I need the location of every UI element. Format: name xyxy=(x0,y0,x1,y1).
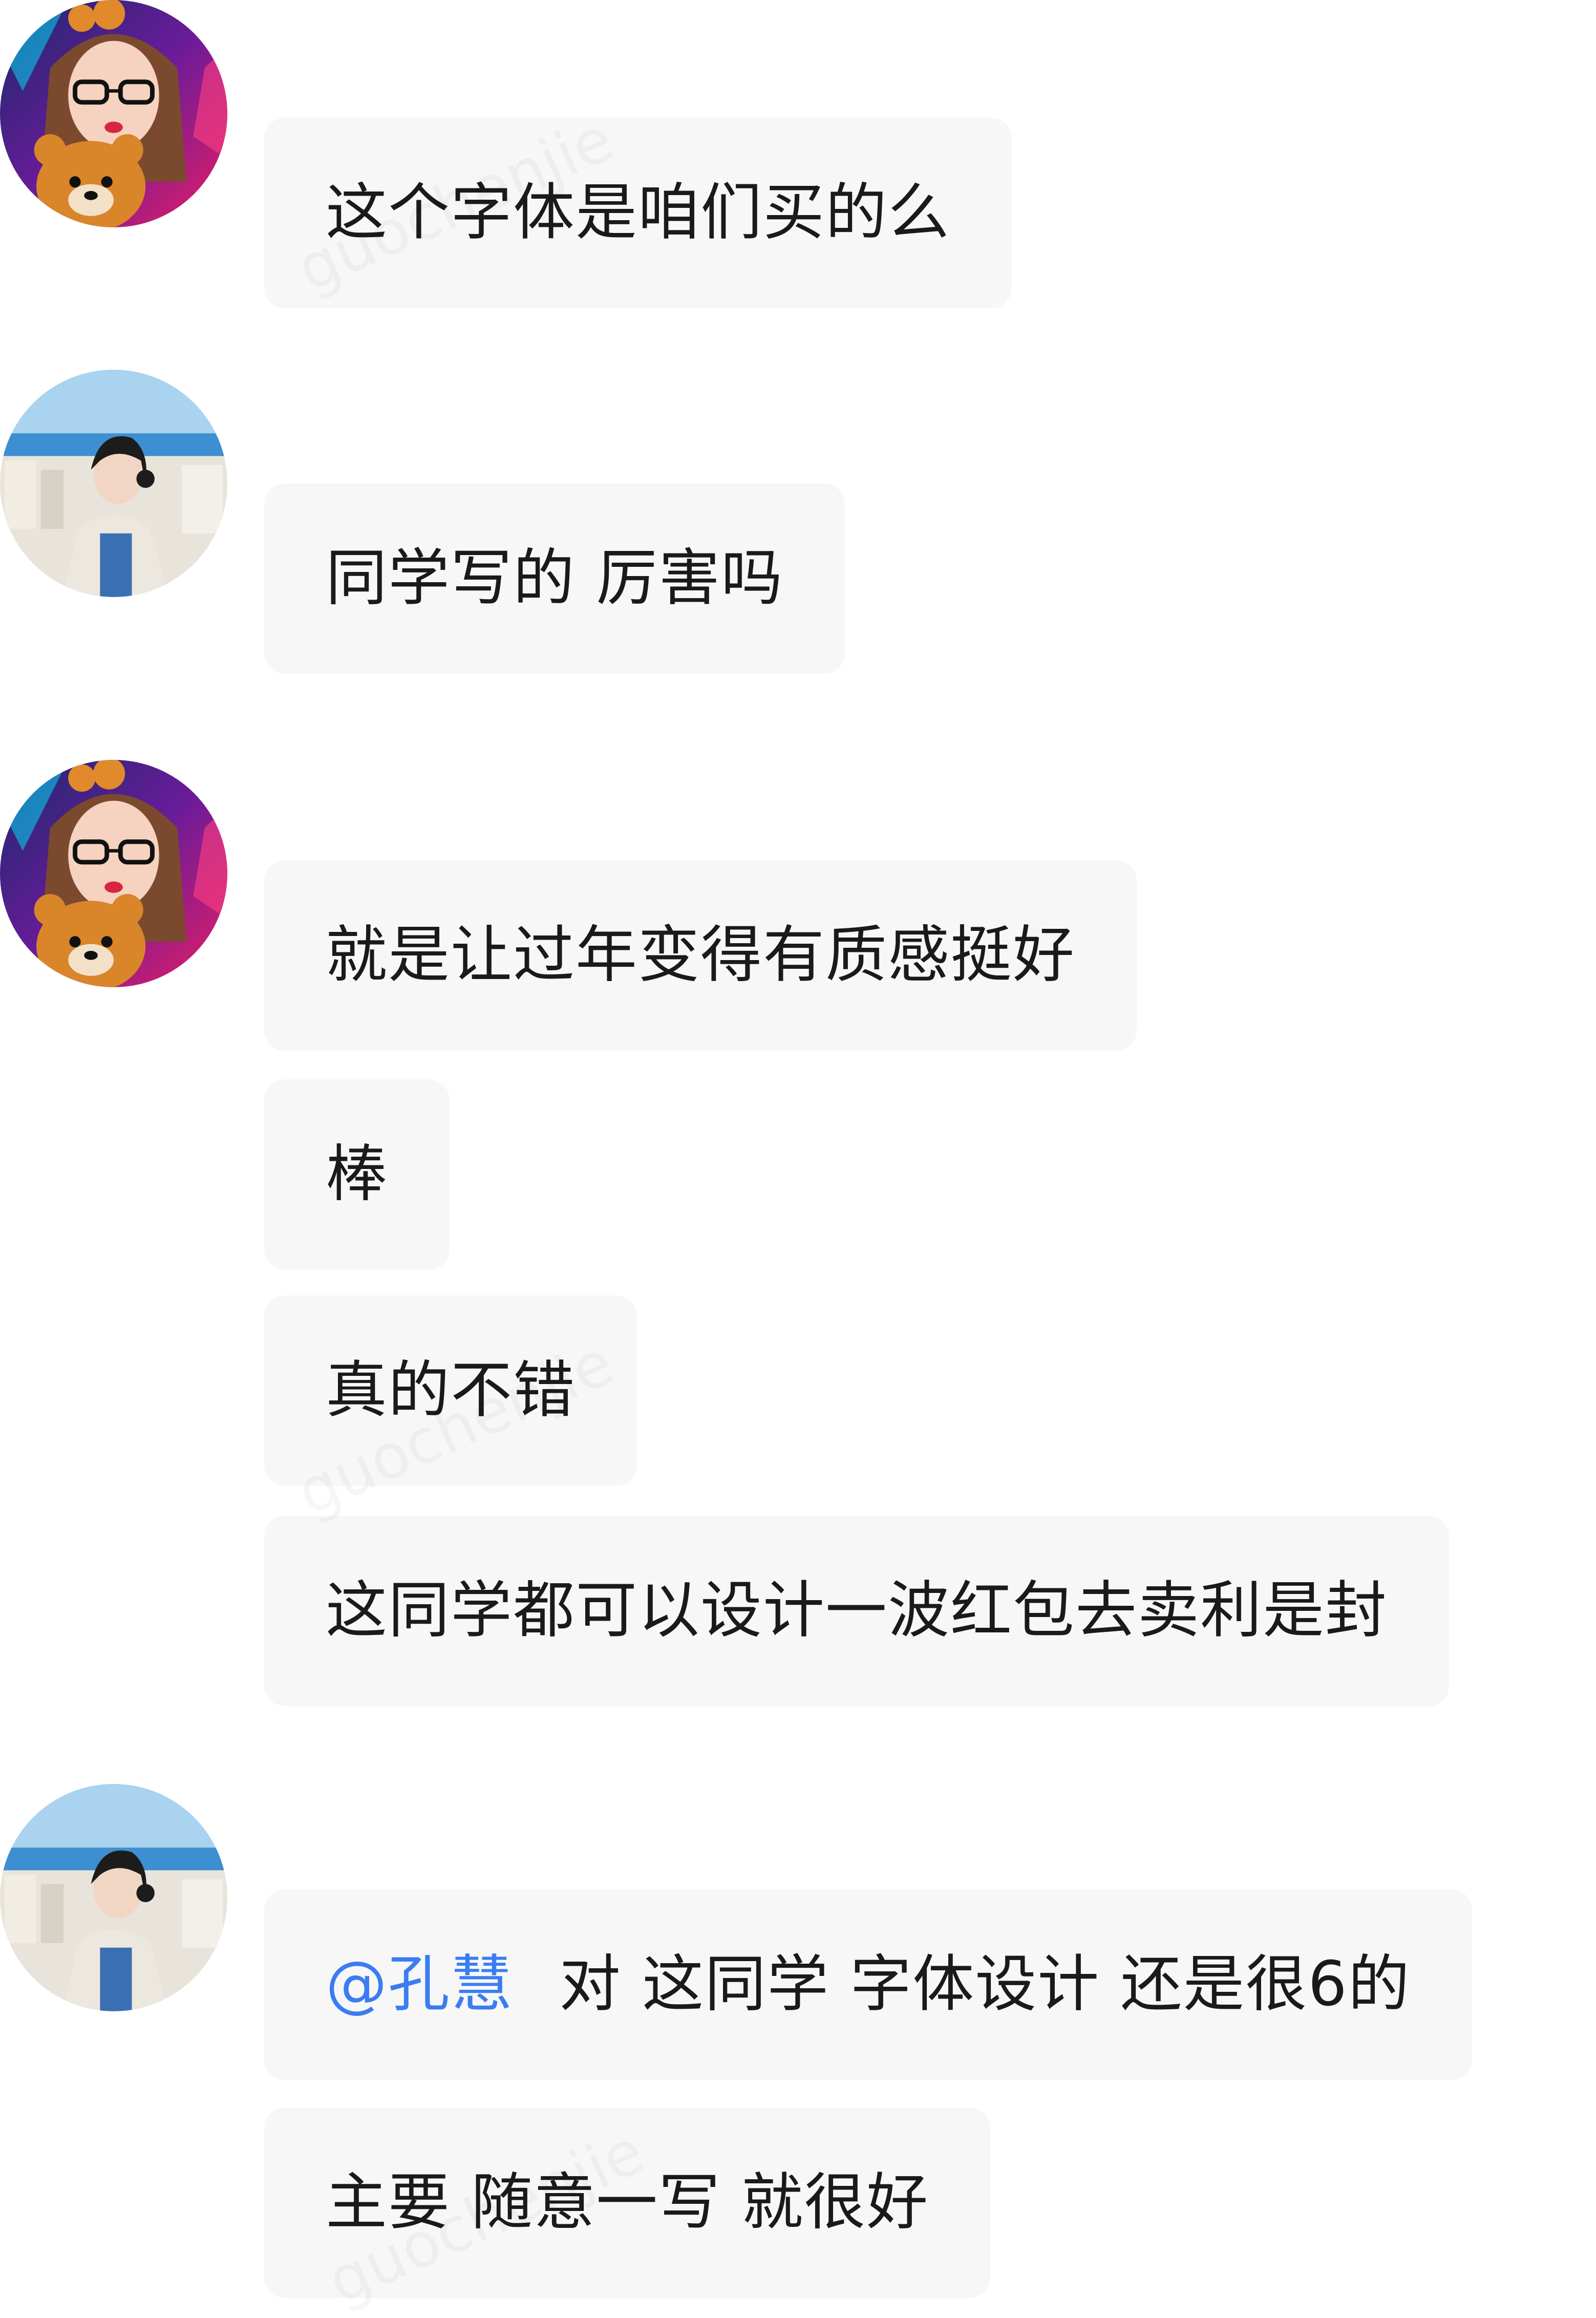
avatar-anime-girl-image-2 xyxy=(0,760,227,987)
avatar-beach-girl-image-2 xyxy=(0,1784,227,2011)
avatar-beach-girl-2[interactable] xyxy=(0,1784,227,2011)
message-text-6: 这同学都可以设计一波红包去卖利是封 xyxy=(326,1575,1388,1646)
message-bubble-4[interactable]: 棒 xyxy=(264,1079,450,1270)
message-text-2: 同学写的 厉害吗 xyxy=(326,543,784,614)
message-bubble-5[interactable]: 真的不错 xyxy=(264,1295,637,1486)
message-bubble-3[interactable]: 就是让过年变得有质感挺好 xyxy=(264,860,1137,1051)
avatar-beach-girl[interactable] xyxy=(0,370,227,597)
mention-link[interactable]: @孔慧 xyxy=(326,1954,513,2015)
message-text-4: 棒 xyxy=(326,1139,388,1210)
avatar-anime-girl[interactable] xyxy=(0,0,227,227)
message-text-1: 这个字体是咱们买的么 xyxy=(326,177,950,248)
avatar-anime-girl-2[interactable] xyxy=(0,760,227,987)
message-text-5: 真的不错 xyxy=(326,1355,576,1426)
message-bubble-6[interactable]: 这同学都可以设计一波红包去卖利是封 xyxy=(264,1516,1449,1706)
message-text-8: 主要 随意一写 就很好 xyxy=(326,2167,929,2238)
message-text-7: 对 这同学 字体设计 还是很6的 xyxy=(559,1949,1411,2020)
avatar-beach-girl-image xyxy=(0,370,227,597)
message-bubble-2[interactable]: 同学写的 厉害吗 xyxy=(264,483,845,674)
message-bubble-1[interactable]: 这个字体是咱们买的么 xyxy=(264,118,1012,308)
message-bubble-7[interactable]: @孔慧 对 这同学 字体设计 还是很6的 xyxy=(264,1889,1472,2080)
message-bubble-8[interactable]: 主要 随意一写 就很好 xyxy=(264,2108,991,2298)
message-text-3: 就是让过年变得有质感挺好 xyxy=(326,920,1075,991)
chat-message-list[interactable]: 这个字体是咱们买的么 同学写的 厉害吗 就是让过年变得有质感挺好 棒 真的不错 … xyxy=(0,0,1596,2298)
avatar-anime-girl-image xyxy=(0,0,227,227)
